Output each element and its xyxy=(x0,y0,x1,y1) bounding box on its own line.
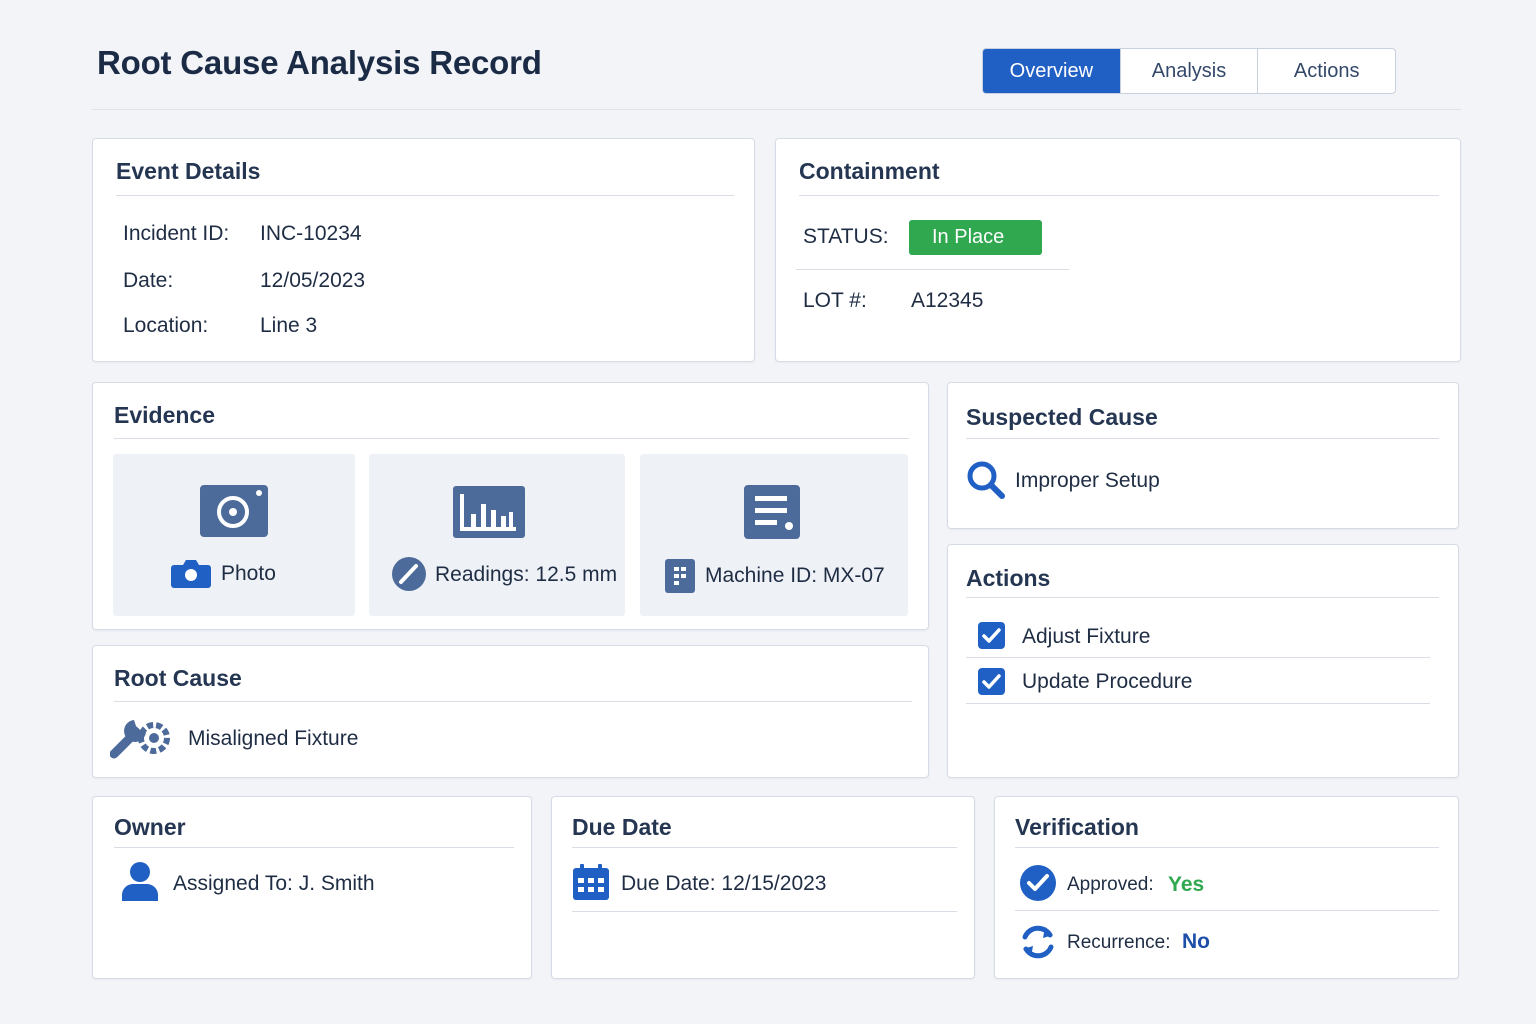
tab-bar: Overview Analysis Actions xyxy=(982,48,1396,94)
evidence-readings-label: Readings: 12.5 mm xyxy=(435,563,618,586)
divider xyxy=(114,847,514,848)
event-details-card: Event Details Incident ID: INC-10234 Dat… xyxy=(92,138,755,362)
calendar-icon xyxy=(573,864,609,900)
search-icon xyxy=(967,461,1005,499)
due-date-card: Due Date Due Date: 12/15/2023 xyxy=(551,796,975,979)
machine-icon xyxy=(665,559,695,593)
event-details-title: Event Details xyxy=(116,158,261,184)
actions-card: Actions Adjust Fixture Update Procedure xyxy=(947,544,1459,778)
owner-title: Owner xyxy=(114,814,186,840)
approved-label: Approved: xyxy=(1067,874,1154,895)
suspected-cause-title: Suspected Cause xyxy=(966,404,1158,430)
evidence-card: Evidence Photo Readings: 12.5 mm Machine… xyxy=(92,382,929,630)
divider xyxy=(966,703,1430,704)
containment-card: Containment STATUS: In Place LOT #: A123… xyxy=(775,138,1461,362)
divider xyxy=(966,597,1439,598)
incident-id-value: INC-10234 xyxy=(260,222,362,245)
camera-icon xyxy=(171,560,211,588)
root-cause-title: Root Cause xyxy=(114,665,242,691)
bar-chart-icon xyxy=(453,486,525,538)
check-circle-icon xyxy=(1020,865,1056,901)
divider xyxy=(572,911,957,912)
suspected-cause-card: Suspected Cause Improper Setup xyxy=(947,382,1459,529)
lot-value: A12345 xyxy=(911,289,984,312)
checkbox-update-procedure[interactable] xyxy=(978,668,1005,695)
owner-assigned: Assigned To: J. Smith xyxy=(173,872,375,895)
root-cause-card: Root Cause Misaligned Fixture xyxy=(92,645,929,778)
checkmark-icon xyxy=(982,628,1001,643)
checkbox-adjust-fixture[interactable] xyxy=(978,622,1005,649)
page-title: Root Cause Analysis Record xyxy=(97,44,542,81)
incident-id-label: Incident ID: xyxy=(123,222,230,245)
location-value: Line 3 xyxy=(260,314,318,337)
checkmark-icon xyxy=(982,674,1001,689)
header-divider xyxy=(92,109,1461,110)
evidence-readings-tile[interactable]: Readings: 12.5 mm xyxy=(369,454,625,616)
divider xyxy=(114,438,909,439)
owner-card: Owner Assigned To: J. Smith xyxy=(92,796,532,979)
evidence-title: Evidence xyxy=(114,402,215,428)
evidence-photo-tile[interactable]: Photo xyxy=(113,454,355,616)
divider xyxy=(116,195,734,196)
recurrence-value: No xyxy=(1182,930,1210,953)
divider xyxy=(1015,847,1439,848)
root-cause-value: Misaligned Fixture xyxy=(188,727,359,750)
verification-card: Verification Approved: Yes Recurrence: N… xyxy=(994,796,1459,979)
divider xyxy=(966,657,1430,658)
tab-actions[interactable]: Actions xyxy=(1257,49,1395,93)
divider xyxy=(796,269,1069,270)
divider xyxy=(966,438,1439,439)
divider xyxy=(572,847,957,848)
divider xyxy=(114,701,912,702)
evidence-photo-label: Photo xyxy=(221,562,276,585)
containment-title: Containment xyxy=(799,158,940,184)
status-label: STATUS: xyxy=(803,225,889,248)
refresh-icon xyxy=(1022,925,1054,959)
actions-title: Actions xyxy=(966,565,1051,591)
document-icon xyxy=(744,485,800,539)
due-date-title: Due Date xyxy=(572,814,672,840)
action-item-label: Update Procedure xyxy=(1022,670,1193,693)
lot-label: LOT #: xyxy=(803,289,867,312)
due-date-value: Due Date: 12/15/2023 xyxy=(621,872,827,895)
verification-title: Verification xyxy=(1015,814,1139,840)
status-badge: In Place xyxy=(909,220,1042,255)
date-value: 12/05/2023 xyxy=(260,269,366,292)
date-label: Date: xyxy=(123,269,174,292)
recurrence-label: Recurrence: xyxy=(1067,932,1171,953)
evidence-machine-tile[interactable]: Machine ID: MX-07 xyxy=(640,454,908,616)
tab-overview[interactable]: Overview xyxy=(983,49,1120,93)
action-item-label: Adjust Fixture xyxy=(1022,625,1151,648)
wrench-gear-icon xyxy=(110,720,170,759)
divider xyxy=(799,195,1439,196)
divider xyxy=(1015,910,1439,911)
tab-analysis[interactable]: Analysis xyxy=(1119,49,1258,93)
user-icon xyxy=(122,862,158,901)
approved-value: Yes xyxy=(1168,873,1205,896)
evidence-machine-label: Machine ID: MX-07 xyxy=(705,564,885,587)
image-icon xyxy=(200,485,268,537)
suspected-cause-value: Improper Setup xyxy=(1015,469,1160,492)
location-label: Location: xyxy=(123,314,209,337)
gauge-icon xyxy=(392,557,426,591)
